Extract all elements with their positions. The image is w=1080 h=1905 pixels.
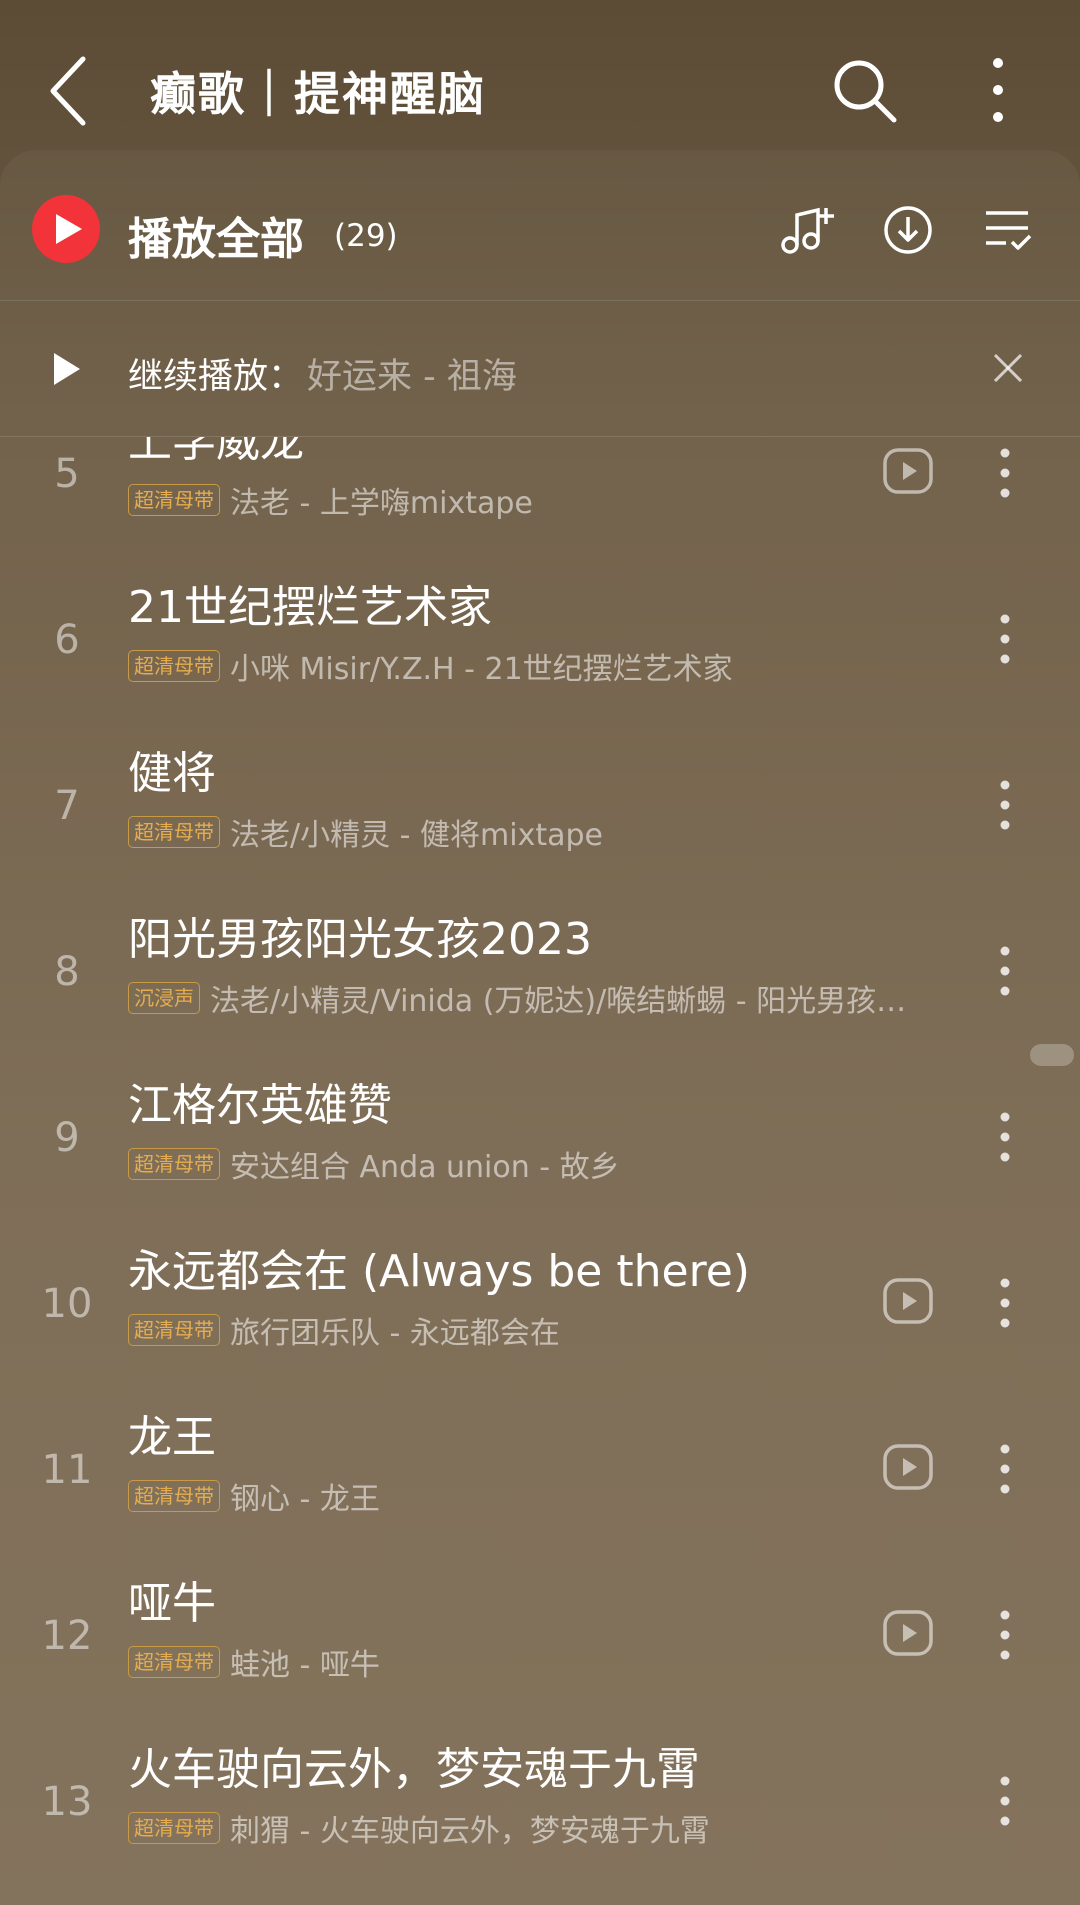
song-row[interactable]: 7 健将 超清母带 法老/小精灵 - 健将mixtape xyxy=(0,725,1080,891)
song-artist: 钢心 - 龙王 xyxy=(230,1482,380,1515)
more-vertical-icon[interactable] xyxy=(990,1605,1020,1665)
song-row[interactable]: 13 火车驶向云外，梦安魂于九霄 超清母带 刺猬 - 火车驶向云外，梦安魂于九霄 xyxy=(0,1721,1080,1887)
song-artist: 法老/小精灵/Vinida (万妮达)/喉结蜥蜴 - 阳光男孩阳光女孩2023 xyxy=(210,984,930,1017)
song-index: 12 xyxy=(41,1613,93,1659)
song-index: 11 xyxy=(41,1447,93,1493)
resume-label: 继续播放： xyxy=(128,357,304,397)
resume-play-icon[interactable] xyxy=(52,351,82,387)
more-vertical-icon[interactable] xyxy=(990,609,1020,669)
song-artist: 安达组合 Anda union - 故乡 xyxy=(230,1150,620,1183)
song-index: 13 xyxy=(41,1779,93,1825)
song-row[interactable]: 11 龙王 超清母带 钢心 - 龙王 xyxy=(0,1389,1080,1555)
mv-play-icon[interactable] xyxy=(882,1275,934,1327)
mv-play-icon[interactable] xyxy=(882,1607,934,1659)
more-vertical-icon[interactable] xyxy=(990,775,1020,835)
song-row[interactable]: 8 阳光男孩阳光女孩2023 沉浸声 法老/小精灵/Vinida (万妮达)/喉… xyxy=(0,891,1080,1057)
top-bar: 癫歌｜提神醒脑 xyxy=(0,0,1080,150)
quality-badge: 沉浸声 xyxy=(128,982,200,1014)
page-title: 癫歌｜提神醒脑 xyxy=(150,67,486,121)
song-artist: 蛙池 - 哑牛 xyxy=(230,1648,380,1681)
song-subtitle: 超清母带 小咪 Misir/Y.Z.H - 21世纪摆烂艺术家 xyxy=(128,647,733,685)
song-artist: 小咪 Misir/Y.Z.H - 21世纪摆烂艺术家 xyxy=(230,652,733,685)
song-subtitle: 超清母带 旅行团乐队 - 永远都会在 xyxy=(128,1311,560,1349)
song-subtitle: 超清母带 法老 - 上学嗨mixtape xyxy=(128,481,533,519)
song-title: 火车驶向云外，梦安魂于九霄 xyxy=(128,1744,700,1795)
song-row[interactable]: 5 上学威龙 超清母带 法老 - 上学嗨mixtape xyxy=(0,437,1080,559)
song-subtitle: 超清母带 蛙池 - 哑牛 xyxy=(128,1643,380,1681)
song-row[interactable]: 12 哑牛 超清母带 蛙池 - 哑牛 xyxy=(0,1555,1080,1721)
song-title: 龙王 xyxy=(128,1412,216,1463)
quality-badge: 超清母带 xyxy=(128,1314,220,1346)
play-icon xyxy=(56,214,82,244)
song-index: 5 xyxy=(54,451,80,497)
download-icon[interactable] xyxy=(882,204,934,256)
quality-badge: 超清母带 xyxy=(128,1646,220,1678)
mv-play-icon[interactable] xyxy=(882,1441,934,1493)
more-vertical-icon[interactable] xyxy=(990,941,1020,1001)
song-row[interactable]: 10 永远都会在 (Always be there) 超清母带 旅行团乐队 - … xyxy=(0,1223,1080,1389)
quality-badge: 超清母带 xyxy=(128,816,220,848)
divider xyxy=(0,300,1080,301)
song-title: 21世纪摆烂艺术家 xyxy=(128,582,492,633)
song-title: 哑牛 xyxy=(128,1578,216,1629)
song-title: 江格尔英雄赞 xyxy=(128,1080,392,1131)
more-vertical-icon[interactable] xyxy=(990,1771,1020,1831)
song-row[interactable]: 6 21世纪摆烂艺术家 超清母带 小咪 Misir/Y.Z.H - 21世纪摆烂… xyxy=(0,559,1080,725)
play-all-button[interactable] xyxy=(32,195,100,263)
chevron-left-icon xyxy=(50,56,86,126)
song-title: 永远都会在 (Always be there) xyxy=(128,1246,750,1297)
more-options-button[interactable] xyxy=(978,55,1018,125)
back-button[interactable] xyxy=(45,55,95,127)
scroll-indicator xyxy=(1030,1044,1074,1066)
song-artist: 旅行团乐队 - 永远都会在 xyxy=(230,1316,560,1349)
song-title: 阳光男孩阳光女孩2023 xyxy=(128,914,592,965)
add-to-queue-icon[interactable] xyxy=(780,205,836,255)
song-title: 健将 xyxy=(128,748,216,799)
search-icon xyxy=(834,60,897,123)
song-title: 上学威龙 xyxy=(128,437,304,467)
mv-play-icon[interactable] xyxy=(882,445,934,497)
song-subtitle: 超清母带 安达组合 Anda union - 故乡 xyxy=(128,1145,620,1183)
song-subtitle: 超清母带 法老/小精灵 - 健将mixtape xyxy=(128,813,603,851)
resume-song: 好运来 - 祖海 xyxy=(307,357,517,397)
song-artist: 法老 - 上学嗨mixtape xyxy=(230,486,533,519)
song-row[interactable]: 9 江格尔英雄赞 超清母带 安达组合 Anda union - 故乡 xyxy=(0,1057,1080,1223)
more-vertical-icon[interactable] xyxy=(990,1107,1020,1167)
song-artist: 刺猬 - 火车驶向云外，梦安魂于九霄 xyxy=(230,1814,710,1847)
search-button[interactable] xyxy=(830,56,900,126)
song-subtitle: 超清母带 钢心 - 龙王 xyxy=(128,1477,380,1515)
quality-badge: 超清母带 xyxy=(128,484,220,516)
quality-badge: 超清母带 xyxy=(128,1148,220,1180)
play-all-label: 播放全部 xyxy=(128,214,304,265)
song-index: 9 xyxy=(54,1115,80,1161)
song-index: 8 xyxy=(54,949,80,995)
quality-badge: 超清母带 xyxy=(128,1812,220,1844)
more-vertical-icon[interactable] xyxy=(990,1439,1020,1499)
song-count: (29) xyxy=(334,218,398,254)
song-index: 7 xyxy=(54,783,80,829)
multi-select-icon[interactable] xyxy=(984,208,1032,252)
quality-badge: 超清母带 xyxy=(128,1480,220,1512)
song-subtitle: 沉浸声 法老/小精灵/Vinida (万妮达)/喉结蜥蜴 - 阳光男孩阳光女孩2… xyxy=(128,979,930,1017)
close-icon[interactable] xyxy=(992,352,1024,384)
more-vertical-icon xyxy=(993,58,1003,122)
more-vertical-icon[interactable] xyxy=(990,443,1020,503)
song-index: 10 xyxy=(41,1281,93,1327)
song-index: 6 xyxy=(54,617,80,663)
more-vertical-icon[interactable] xyxy=(990,1273,1020,1333)
song-artist: 法老/小精灵 - 健将mixtape xyxy=(230,818,603,851)
song-list: 5 上学威龙 超清母带 法老 - 上学嗨mixtape 6 21世纪摆烂艺术家 … xyxy=(0,437,1080,1905)
song-subtitle: 超清母带 刺猬 - 火车驶向云外，梦安魂于九霄 xyxy=(128,1809,710,1847)
quality-badge: 超清母带 xyxy=(128,650,220,682)
